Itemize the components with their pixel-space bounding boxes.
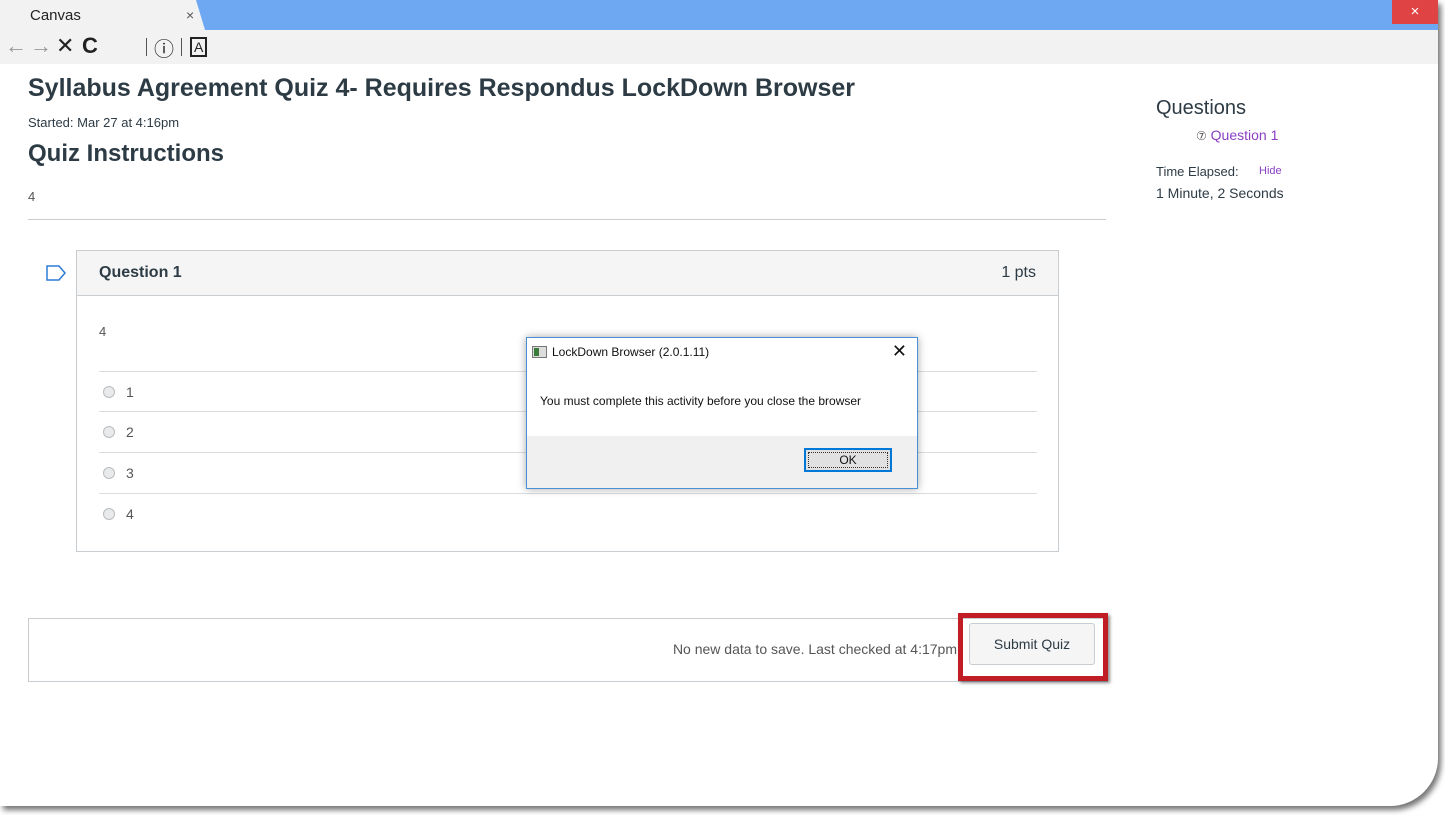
toolbar-divider	[146, 38, 147, 56]
save-status: No new data to save. Last checked at 4:1…	[672, 641, 957, 657]
stop-icon[interactable]: ✕	[56, 33, 74, 59]
tab-close-icon[interactable]: ×	[186, 7, 194, 23]
answer-label: 3	[126, 465, 134, 481]
answer-option[interactable]: 4	[99, 493, 1037, 534]
back-icon[interactable]: ←	[5, 33, 27, 59]
sidebar-question-link[interactable]: ⑦ Question 1	[1196, 127, 1278, 143]
question-text: 4	[99, 324, 107, 339]
question-header: Question 1 1 pts	[77, 251, 1058, 296]
answer-label: 2	[126, 424, 134, 440]
dialog-title: LockDown Browser (2.0.1.11)	[552, 345, 710, 359]
question-name: Question 1	[99, 264, 182, 281]
answer-label: 1	[126, 384, 134, 400]
divider	[28, 219, 1106, 220]
time-elapsed-label: Time Elapsed:	[1156, 164, 1239, 179]
sidebar-question-label[interactable]: Question 1	[1211, 127, 1279, 143]
hide-time-link[interactable]: Hide	[1259, 165, 1282, 177]
tab-title: Canvas	[30, 7, 81, 24]
browser-toolbar: ← → ✕ C ⓘ A	[0, 30, 1438, 64]
reload-icon[interactable]: C	[82, 33, 98, 59]
answer-radio[interactable]	[103, 386, 115, 398]
dialog-button-bar: OK	[527, 436, 917, 488]
question-points: 1 pts	[1001, 264, 1036, 281]
answer-radio[interactable]	[103, 467, 115, 479]
sidebar-title: Questions	[1156, 97, 1247, 119]
instructions-body: 4	[28, 189, 36, 204]
app-icon	[532, 346, 547, 358]
forward-icon[interactable]: →	[30, 33, 52, 59]
browser-window: Canvas × × ← → ✕ C ⓘ A Syllabus Agreemen…	[0, 0, 1438, 806]
reader-icon[interactable]: A	[190, 37, 208, 57]
quiz-footer: No new data to save. Last checked at 4:1…	[28, 613, 1108, 682]
answer-radio[interactable]	[103, 508, 115, 520]
dialog-message: You must complete this activity before y…	[540, 394, 862, 408]
window-close-button[interactable]: ×	[1392, 0, 1438, 24]
instructions-heading: Quiz Instructions	[28, 140, 225, 167]
started-time: Started: Mar 27 at 4:16pm	[28, 115, 180, 130]
lockdown-dialog: LockDown Browser (2.0.1.11) ✕ You must c…	[526, 337, 918, 489]
submit-quiz-button[interactable]: Submit Quiz	[969, 623, 1095, 665]
tab-canvas[interactable]: Canvas ×	[0, 0, 205, 30]
question-status-icon: ⑦	[1196, 129, 1207, 143]
toolbar-divider	[181, 38, 182, 56]
tab-bar: Canvas × ×	[0, 0, 1438, 30]
ok-button[interactable]: OK	[804, 448, 892, 472]
dialog-close-icon[interactable]: ✕	[892, 341, 907, 362]
answer-label: 4	[126, 506, 134, 522]
info-icon[interactable]: ⓘ	[154, 33, 174, 62]
time-elapsed-value: 1 Minute, 2 Seconds	[1156, 185, 1284, 201]
answer-radio[interactable]	[103, 426, 115, 438]
flag-question-icon[interactable]	[46, 265, 66, 281]
quiz-title: Syllabus Agreement Quiz 4- Requires Resp…	[28, 74, 856, 102]
